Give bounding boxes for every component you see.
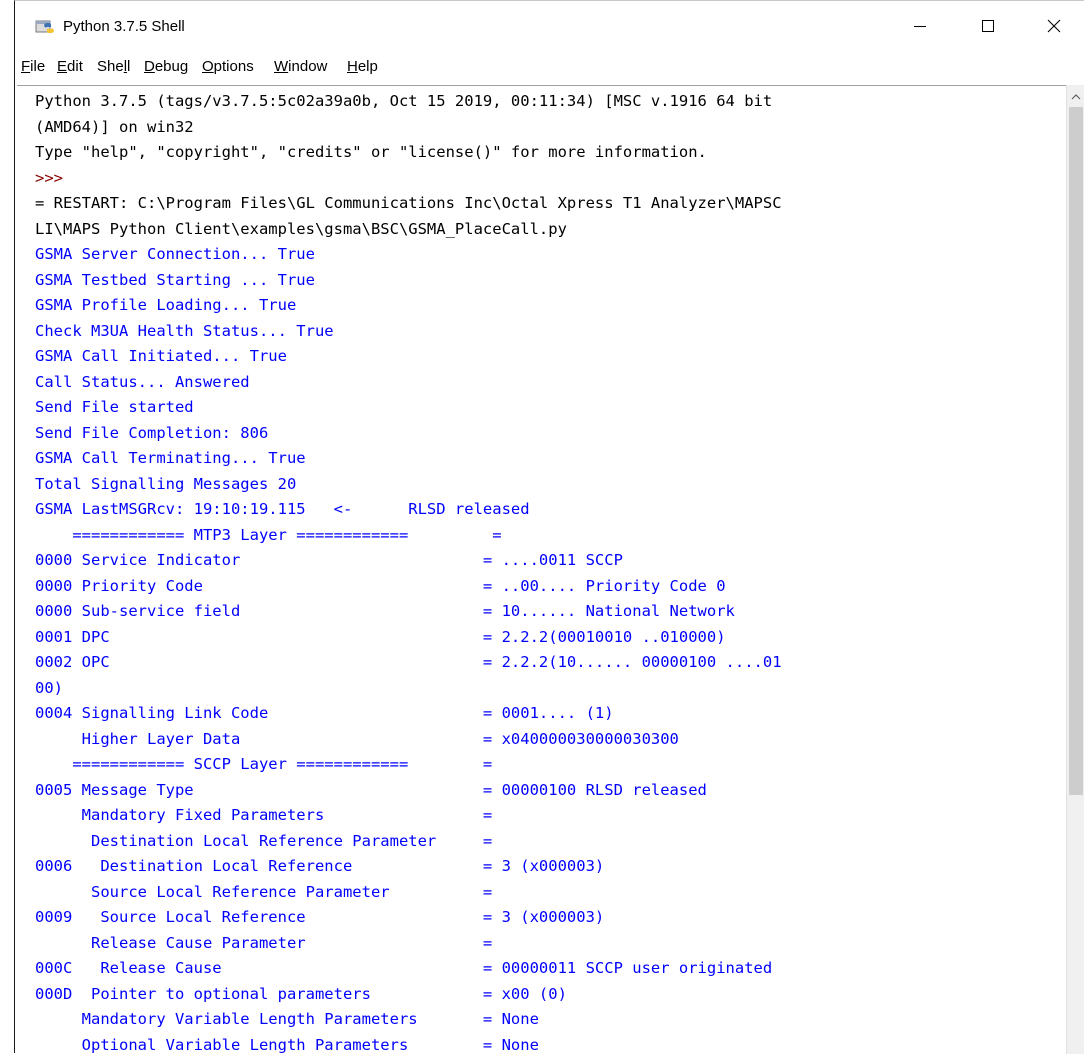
menu-debug[interactable]: Debug [144, 58, 188, 75]
shell-line: ============ MTP3 Layer ============ = [35, 523, 502, 549]
shell-line: 0000 Sub-service field = 10...... Nation… [35, 599, 735, 625]
shell-line: Mandatory Variable Length Parameters = N… [35, 1007, 539, 1033]
shell-line: ============ SCCP Layer ============ = [35, 752, 492, 778]
python-idle-icon [35, 18, 55, 36]
scroll-up-button[interactable] [1067, 85, 1084, 105]
shell-line: GSMA Testbed Starting ... True [35, 268, 315, 294]
maximize-button[interactable] [965, 1, 1011, 53]
shell-line: 0009 Source Local Reference = 3 (x000003… [35, 905, 604, 931]
shell-output-area[interactable]: Python 3.7.5 (tags/v3.7.5:5c02a39a0b, Oc… [17, 85, 1066, 1055]
shell-line: 0006 Destination Local Reference = 3 (x0… [35, 854, 604, 880]
shell-line: Python 3.7.5 (tags/v3.7.5:5c02a39a0b, Oc… [35, 89, 772, 115]
shell-line: 00) [35, 676, 63, 702]
shell-line: 0001 DPC = 2.2.2(00010010 ..010000) [35, 625, 726, 651]
shell-prompt: >>> [35, 166, 72, 192]
shell-line: Destination Local Reference Parameter = [35, 829, 492, 855]
close-button[interactable] [1031, 1, 1077, 53]
shell-line: Optional Variable Length Parameters = No… [35, 1033, 539, 1055]
maximize-icon [981, 18, 995, 37]
shell-line: 0000 Priority Code = ..00.... Priority C… [35, 574, 726, 600]
shell-line: Call Status... Answered [35, 370, 250, 396]
menu-options[interactable]: Options [202, 58, 254, 75]
shell-line: GSMA Server Connection... True [35, 242, 315, 268]
menu-edit[interactable]: Edit [57, 58, 83, 75]
vertical-scrollbar[interactable] [1066, 85, 1084, 1054]
shell-line: Send File Completion: 806 [35, 421, 268, 447]
shell-line: LI\MAPS Python Client\examples\gsma\BSC\… [35, 217, 567, 243]
shell-line: 000C Release Cause = 00000011 SCCP user … [35, 956, 772, 982]
idle-shell-window: Python 3.7.5 Shell File Edit Shell Debug… [14, 0, 1084, 1053]
shell-line: 000D Pointer to optional parameters = x0… [35, 982, 567, 1008]
window-title: Python 3.7.5 Shell [63, 18, 185, 35]
shell-line: 0004 Signalling Link Code = 0001.... (1) [35, 701, 614, 727]
shell-line: Source Local Reference Parameter = [35, 880, 492, 906]
menu-shell[interactable]: Shell [97, 58, 130, 75]
chevron-up-icon [1071, 86, 1081, 105]
shell-line: Type "help", "copyright", "credits" or "… [35, 140, 707, 166]
shell-line: Total Signalling Messages 20 [35, 472, 296, 498]
minimize-button[interactable] [897, 1, 943, 53]
shell-line: GSMA Profile Loading... True [35, 293, 296, 319]
menu-window[interactable]: Window [274, 58, 327, 75]
shell-line: = RESTART: C:\Program Files\GL Communica… [35, 191, 782, 217]
menu-bar: File Edit Shell Debug Options Window Hel… [15, 53, 1084, 83]
title-bar[interactable]: Python 3.7.5 Shell [15, 1, 1084, 53]
shell-line: (AMD64)] on win32 [35, 115, 194, 141]
shell-line: 0002 OPC = 2.2.2(10...... 00000100 ....0… [35, 650, 782, 676]
shell-line: Release Cause Parameter = [35, 931, 492, 957]
shell-line: Higher Layer Data = x040000030000030300 [35, 727, 679, 753]
shell-line: Mandatory Fixed Parameters = [35, 803, 492, 829]
shell-line: 0005 Message Type = 00000100 RLSD releas… [35, 778, 707, 804]
shell-line: Send File started [35, 395, 194, 421]
scrollbar-thumb[interactable] [1069, 107, 1083, 795]
shell-line: Check M3UA Health Status... True [35, 319, 334, 345]
shell-line: GSMA Call Initiated... True [35, 344, 287, 370]
shell-line: 0000 Service Indicator = ....0011 SCCP [35, 548, 623, 574]
minimize-icon [913, 18, 927, 37]
shell-line: GSMA LastMSGRcv: 19:10:19.115 <- RLSD re… [35, 497, 530, 523]
shell-line: GSMA Call Terminating... True [35, 446, 306, 472]
menu-help[interactable]: Help [347, 58, 378, 75]
menu-file[interactable]: File [21, 58, 45, 75]
close-icon [1047, 18, 1061, 37]
